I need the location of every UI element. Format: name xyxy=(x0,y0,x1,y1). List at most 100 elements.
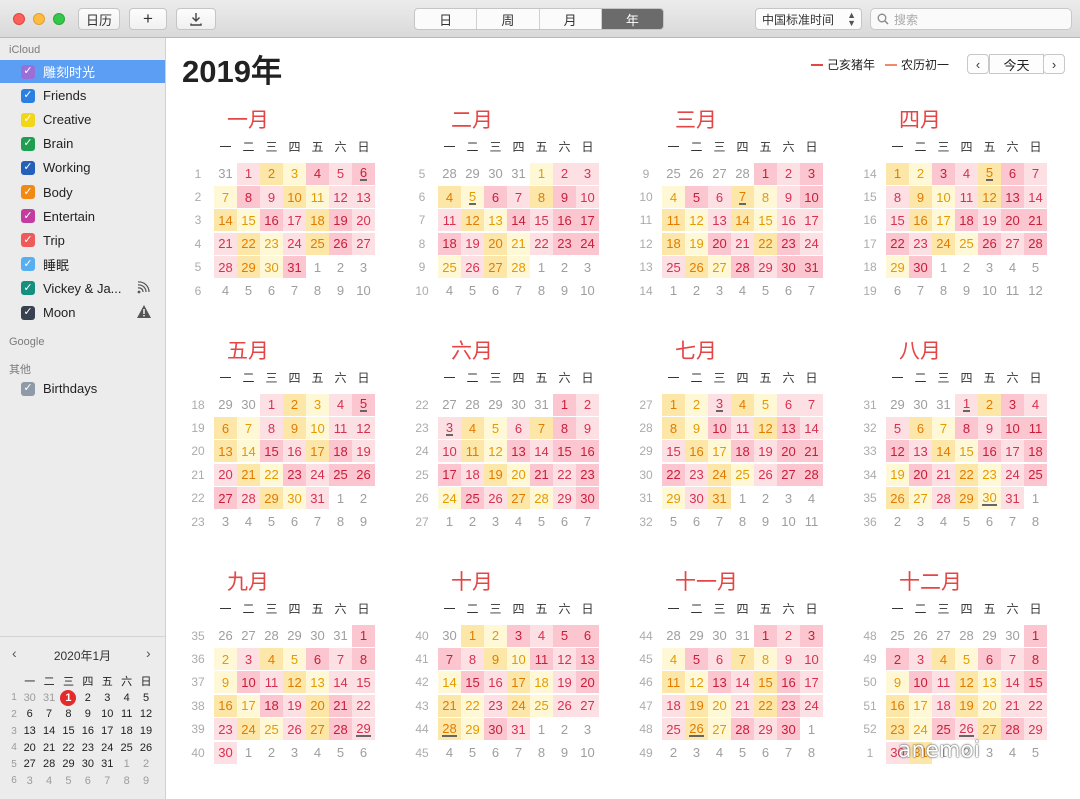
day-cell[interactable]: 26 xyxy=(886,487,909,510)
mini-day[interactable]: 19 xyxy=(136,725,155,737)
day-cell[interactable]: 5 xyxy=(685,186,708,209)
warning-icon[interactable] xyxy=(136,304,152,322)
day-cell[interactable]: 27 xyxy=(909,487,932,510)
day-cell[interactable]: 22 xyxy=(1024,694,1047,717)
day-cell[interactable]: 26 xyxy=(461,256,484,279)
month-title[interactable]: 六月 xyxy=(451,335,493,365)
day-cell[interactable]: 10 xyxy=(306,417,329,440)
day-cell[interactable]: 23 xyxy=(886,718,909,741)
day-cell[interactable]: 19 xyxy=(886,463,909,486)
adjacent-month-day[interactable]: 9 xyxy=(352,511,375,533)
adjacent-month-day[interactable]: 7 xyxy=(576,511,599,533)
adjacent-month-day[interactable]: 10 xyxy=(352,280,375,302)
day-cell[interactable]: 27 xyxy=(484,256,507,279)
day-cell[interactable]: 22 xyxy=(553,463,576,486)
adjacent-month-day[interactable]: 4 xyxy=(708,742,731,764)
day-cell[interactable]: 10 xyxy=(909,671,932,694)
day-cell[interactable]: 11 xyxy=(662,671,685,694)
day-cell[interactable]: 6 xyxy=(576,624,599,647)
day-cell[interactable]: 18 xyxy=(438,232,461,255)
day-cell[interactable]: 8 xyxy=(1024,648,1047,671)
day-cell[interactable]: 13 xyxy=(777,417,800,440)
day-cell[interactable]: 3 xyxy=(800,162,823,185)
adjacent-month-day[interactable]: 7 xyxy=(800,280,823,302)
day-cell[interactable]: 25 xyxy=(1024,463,1047,486)
day-cell[interactable]: 19 xyxy=(329,209,352,232)
month-title[interactable]: 十月 xyxy=(451,566,493,596)
day-cell[interactable]: 10 xyxy=(708,417,731,440)
adjacent-month-day[interactable]: 5 xyxy=(461,742,484,764)
day-cell[interactable]: 6 xyxy=(484,186,507,209)
calendar-checkbox[interactable]: ✓ xyxy=(21,257,35,272)
sidebar-calendar-item[interactable]: ✓ Birthdays xyxy=(0,377,165,400)
adjacent-month-day[interactable]: 31 xyxy=(932,394,955,416)
day-cell[interactable]: 4 xyxy=(955,162,978,185)
day-cell[interactable]: 14 xyxy=(1001,671,1024,694)
month-title[interactable]: 九月 xyxy=(227,566,269,596)
day-cell[interactable]: 11 xyxy=(438,209,461,232)
day-cell[interactable]: 17 xyxy=(800,671,823,694)
day-cell[interactable]: 9 xyxy=(260,186,283,209)
adjacent-month-day[interactable]: 1 xyxy=(306,256,329,278)
day-cell[interactable]: 21 xyxy=(731,694,754,717)
day-cell[interactable]: 10 xyxy=(438,440,461,463)
day-cell[interactable]: 24 xyxy=(237,718,260,741)
adjacent-month-day[interactable]: 31 xyxy=(329,625,352,647)
mini-day[interactable]: 21 xyxy=(39,742,58,754)
day-cell[interactable]: 1 xyxy=(352,624,375,647)
day-cell[interactable]: 21 xyxy=(329,694,352,717)
adjacent-month-day[interactable]: 7 xyxy=(777,742,800,764)
day-cell[interactable]: 11 xyxy=(461,440,484,463)
day-cell[interactable]: 26 xyxy=(685,256,708,279)
mini-day[interactable]: 20 xyxy=(20,742,39,754)
day-cell[interactable]: 24 xyxy=(507,694,530,717)
day-cell[interactable]: 17 xyxy=(306,440,329,463)
adjacent-month-day[interactable]: 3 xyxy=(708,280,731,302)
adjacent-month-day[interactable]: 3 xyxy=(576,718,599,740)
day-cell[interactable]: 9 xyxy=(484,648,507,671)
day-cell[interactable]: 16 xyxy=(484,671,507,694)
day-cell[interactable]: 31 xyxy=(1001,487,1024,510)
adjacent-month-day[interactable]: 5 xyxy=(329,742,352,764)
month-title[interactable]: 五月 xyxy=(227,335,269,365)
day-cell[interactable]: 31 xyxy=(507,718,530,741)
adjacent-month-day[interactable]: 1 xyxy=(530,718,553,740)
day-cell[interactable]: 2 xyxy=(777,162,800,185)
day-cell[interactable]: 30 xyxy=(484,718,507,741)
day-cell[interactable]: 23 xyxy=(777,232,800,255)
day-cell[interactable]: 15 xyxy=(553,440,576,463)
adjacent-month-day[interactable]: 2 xyxy=(352,487,375,509)
day-cell[interactable]: 5 xyxy=(685,648,708,671)
day-cell[interactable]: 3 xyxy=(800,624,823,647)
adjacent-month-day[interactable]: 27 xyxy=(438,394,461,416)
day-cell[interactable]: 8 xyxy=(352,648,375,671)
adjacent-month-day[interactable]: 7 xyxy=(708,511,731,533)
adjacent-month-day[interactable]: 28 xyxy=(731,163,754,185)
adjacent-month-day[interactable]: 11 xyxy=(1001,280,1024,302)
day-cell[interactable]: 18 xyxy=(955,209,978,232)
download-button[interactable] xyxy=(176,8,216,30)
view-tab-3[interactable]: 年 xyxy=(601,9,663,29)
day-cell[interactable]: 16 xyxy=(553,209,576,232)
day-cell[interactable]: 24 xyxy=(1001,463,1024,486)
mini-day[interactable]: 29 xyxy=(59,758,78,770)
day-cell[interactable]: 7 xyxy=(507,186,530,209)
day-cell[interactable]: 11 xyxy=(530,648,553,671)
day-cell[interactable]: 17 xyxy=(708,440,731,463)
day-cell[interactable]: 19 xyxy=(685,232,708,255)
day-cell[interactable]: 24 xyxy=(576,232,599,255)
day-cell[interactable]: 8 xyxy=(260,417,283,440)
day-cell[interactable]: 17 xyxy=(932,209,955,232)
day-cell[interactable]: 23 xyxy=(685,463,708,486)
adjacent-month-day[interactable]: 30 xyxy=(438,625,461,647)
adjacent-month-day[interactable]: 6 xyxy=(886,280,909,302)
day-cell[interactable]: 12 xyxy=(754,417,777,440)
day-cell[interactable]: 16 xyxy=(214,694,237,717)
adjacent-month-day[interactable]: 3 xyxy=(576,256,599,278)
adjacent-month-day[interactable]: 1 xyxy=(731,487,754,509)
day-cell[interactable]: 31 xyxy=(800,256,823,279)
day-cell[interactable]: 2 xyxy=(260,162,283,185)
day-cell[interactable]: 25 xyxy=(662,718,685,741)
day-cell[interactable]: 21 xyxy=(530,463,553,486)
adjacent-month-day[interactable]: 26 xyxy=(214,625,237,647)
